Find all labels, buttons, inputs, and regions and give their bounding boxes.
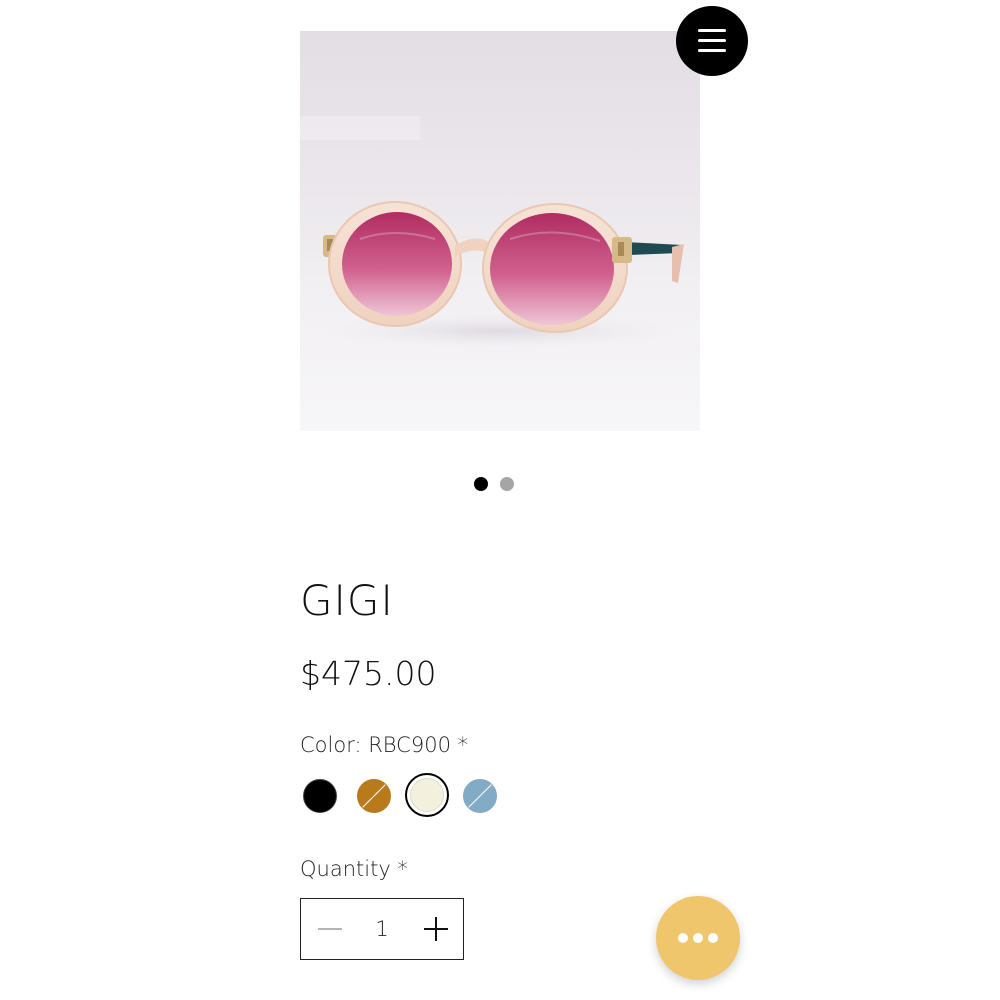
minus-icon xyxy=(318,928,342,930)
color-label: Color: RBC900 * xyxy=(300,731,468,759)
sunglasses-image xyxy=(300,116,684,349)
product-page: GIGI $475.00 Color: RBC900 * Quantity * xyxy=(0,0,1000,1000)
quantity-increment-button[interactable] xyxy=(407,899,463,958)
product-price: $475.00 xyxy=(300,654,437,693)
product-image[interactable] xyxy=(300,31,700,431)
hamburger-menu-icon xyxy=(698,29,726,32)
gallery-dot-1[interactable] xyxy=(474,477,488,491)
more-horizontal-icon-dot xyxy=(693,933,703,943)
quantity-input[interactable] xyxy=(357,899,407,958)
more-horizontal-icon xyxy=(678,933,688,943)
color-swatch-amber[interactable] xyxy=(357,779,391,813)
color-swatch-black[interactable] xyxy=(303,779,337,813)
gallery-pagination xyxy=(474,476,514,492)
color-swatch-cream[interactable] xyxy=(405,773,449,817)
color-swatch-blue[interactable] xyxy=(463,779,497,813)
more-horizontal-icon-dot xyxy=(708,933,718,943)
quantity-label: Quantity * xyxy=(300,855,408,883)
unavailable-slash-icon xyxy=(361,783,387,809)
color-swatch-cream-fill xyxy=(410,778,444,812)
required-mark: * xyxy=(450,733,469,757)
quantity-label-text: Quantity xyxy=(300,857,391,881)
hamburger-menu-button[interactable] xyxy=(676,6,748,76)
gallery-dot-2[interactable] xyxy=(500,477,514,491)
more-options-fab[interactable] xyxy=(656,896,740,980)
unavailable-slash-icon xyxy=(467,783,493,809)
hamburger-menu-icon-bar xyxy=(698,49,726,52)
plus-icon-vertical xyxy=(435,917,437,941)
hamburger-menu-icon-bar xyxy=(698,39,726,42)
quantity-decrement-button[interactable] xyxy=(301,899,357,958)
quantity-stepper xyxy=(300,898,464,960)
color-label-text: Color: RBC900 xyxy=(300,733,451,757)
product-title: GIGI xyxy=(300,576,394,625)
required-mark: * xyxy=(390,857,408,881)
